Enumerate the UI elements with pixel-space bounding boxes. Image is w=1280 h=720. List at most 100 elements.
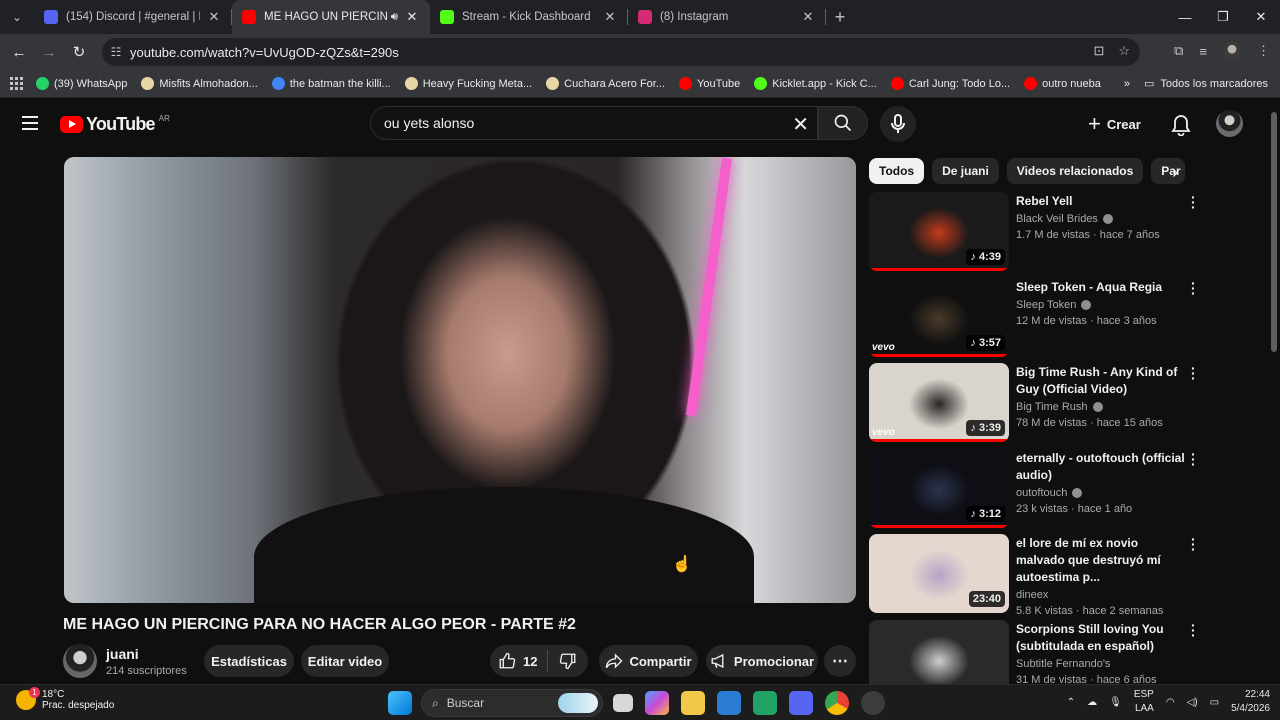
hamburger-menu-icon[interactable]	[22, 116, 38, 134]
related-channel[interactable]: dineex	[1016, 589, 1048, 601]
youtube-logo[interactable]: YouTube AR	[60, 114, 170, 135]
bookmark-item[interactable]: outro nueba	[1024, 77, 1101, 90]
volume-icon[interactable]: ◁)	[1187, 697, 1198, 708]
browser-tab[interactable]: (8) Instagram ✕	[628, 0, 826, 34]
filter-chip[interactable]: Videos relacionados	[1006, 158, 1144, 184]
address-bar[interactable]: ☷ youtube.com/watch?v=UvUgOD-zQZs&t=290s…	[102, 38, 1140, 66]
more-options-icon[interactable]: · · ·	[1191, 361, 1196, 385]
dislike-button[interactable]	[548, 652, 588, 670]
related-channel[interactable]: Black Veil Brides	[1016, 213, 1098, 225]
more-actions-button[interactable]: ⋯	[824, 645, 856, 677]
tab-search-button[interactable]: ⌄	[6, 6, 28, 28]
search-input[interactable]: ou yets alonso ✕	[370, 106, 818, 140]
bookmark-item[interactable]: the batman the killi...	[271, 77, 391, 90]
create-button[interactable]: + Crear	[1088, 108, 1141, 140]
windows-start-icon[interactable]	[388, 691, 412, 715]
related-video-item[interactable]: 23:40 el lore de mí ex novio malvado que …	[869, 532, 1209, 620]
search-button[interactable]	[818, 106, 868, 140]
like-button[interactable]: 12	[490, 650, 548, 672]
related-video-item[interactable]: ♪ 3:12 eternally - outoftouch (official a…	[869, 447, 1209, 535]
channel-name[interactable]: juani	[106, 646, 187, 662]
related-title[interactable]: eternally - outoftouch (official audio)	[1016, 450, 1186, 484]
related-title[interactable]: Sleep Token - Aqua Regia	[1016, 279, 1186, 296]
file-explorer-icon[interactable]	[681, 691, 705, 715]
apps-grid-icon[interactable]	[10, 76, 24, 91]
related-channel[interactable]: Big Time Rush	[1016, 401, 1088, 413]
video-thumbnail[interactable]: ♪ 4:39	[869, 192, 1009, 271]
bookmark-star-icon[interactable]: ☆	[1118, 43, 1130, 59]
more-options-icon[interactable]: · · ·	[1191, 618, 1196, 642]
related-title[interactable]: el lore de mí ex novio malvado que destr…	[1016, 535, 1186, 586]
taskbar-search[interactable]: ⌕ Buscar	[421, 689, 603, 717]
install-app-icon[interactable]: ⊡	[1093, 43, 1104, 59]
bookmark-item[interactable]: (39) WhatsApp	[36, 77, 127, 90]
more-options-icon[interactable]: · · ·	[1191, 447, 1196, 471]
more-bookmarks-icon[interactable]: »	[1124, 78, 1130, 90]
media-controls-icon[interactable]: ≡	[1199, 44, 1207, 59]
profile-avatar[interactable]	[1223, 42, 1241, 60]
tab-audio-icon[interactable]: 🔊︎	[391, 11, 398, 24]
search-query[interactable]: ou yets alonso	[384, 115, 474, 131]
channel-avatar[interactable]	[63, 644, 97, 678]
share-button[interactable]: Compartir	[599, 645, 698, 677]
close-window-button[interactable]: ✕	[1242, 0, 1280, 34]
language-indicator[interactable]: ESP LAA	[1134, 688, 1154, 716]
video-thumbnail[interactable]: ♪ 3:12	[869, 448, 1009, 528]
url-text[interactable]: youtube.com/watch?v=UvUgOD-zQZs&t=290s	[130, 45, 399, 60]
filter-chip[interactable]: De juani	[932, 158, 999, 184]
stats-button[interactable]: Estadísticas	[204, 645, 294, 677]
filter-chip[interactable]: Par	[1151, 158, 1186, 184]
scrollbar-thumb[interactable]	[1271, 112, 1277, 352]
related-channel[interactable]: Subtitle Fernando's	[1016, 658, 1110, 670]
related-video-item[interactable]: ♪ 4:39 Rebel Yell Black Veil Brides 1.7 M d…	[869, 190, 1209, 278]
site-info-icon[interactable]: ☷	[102, 45, 130, 59]
tray-mic-icon[interactable]: 🎙︎	[1109, 697, 1122, 708]
browser-menu-icon[interactable]: ⋮	[1257, 43, 1270, 59]
close-tab-icon[interactable]: ✕	[602, 9, 618, 25]
bookmark-item[interactable]: Misfits Almohadon...	[141, 77, 258, 90]
channel-owner[interactable]: juani 214 suscriptores	[63, 644, 187, 678]
restore-button[interactable]: ❐	[1204, 0, 1242, 34]
new-tab-button[interactable]: +	[826, 7, 854, 28]
onedrive-icon[interactable]: ☁	[1087, 697, 1097, 708]
related-channel[interactable]: outoftouch	[1016, 487, 1067, 499]
video-thumbnail[interactable]: vevo ♪ 3:57	[869, 277, 1009, 357]
browser-tab[interactable]: (154) Discord | #general | EMOC ✕	[34, 0, 232, 34]
wifi-icon[interactable]: ◠	[1166, 697, 1175, 708]
bookmark-item[interactable]: Cuchara Acero For...	[546, 77, 665, 90]
related-video-item[interactable]: Scorpions Still loving You (subtitulada …	[869, 618, 1209, 684]
back-button[interactable]: ←	[4, 44, 34, 61]
video-thumbnail[interactable]: vevo ♪ 3:39	[869, 363, 1009, 442]
filter-chip[interactable]: Todos	[869, 158, 925, 184]
forward-button[interactable]: →	[34, 44, 64, 61]
obs-app-icon[interactable]	[861, 691, 885, 715]
related-channel[interactable]: Sleep Token	[1016, 299, 1076, 311]
voice-search-button[interactable]	[880, 106, 916, 142]
bookmark-item[interactable]: Carl Jung: Todo Lo...	[890, 77, 1010, 90]
copilot-icon[interactable]	[645, 691, 669, 715]
weather-widget[interactable]: 1 18°C Prac. despejado	[16, 687, 114, 711]
close-tab-icon[interactable]: ✕	[800, 9, 816, 25]
clear-search-icon[interactable]: ✕	[792, 112, 809, 137]
account-avatar[interactable]	[1216, 110, 1243, 137]
browser-tab[interactable]: ME HAGO UN PIERCING PA 🔊︎ ✕	[232, 0, 430, 34]
taskbar-clock[interactable]: 22:44 5/4/2026	[1231, 688, 1270, 716]
related-video-item[interactable]: vevo ♪ 3:57 Sleep Token - Aqua Regia Sleep …	[869, 276, 1209, 364]
browser-tab[interactable]: Stream - Kick Dashboard ✕	[430, 0, 628, 34]
word-icon[interactable]	[717, 691, 741, 715]
discord-app-icon[interactable]	[789, 691, 813, 715]
video-player[interactable]	[64, 157, 856, 603]
bookmark-item[interactable]: Heavy Fucking Meta...	[404, 77, 532, 90]
all-bookmarks-folder[interactable]: ▭ Todos los marcadores	[1144, 77, 1268, 91]
task-view-icon[interactable]	[613, 694, 633, 712]
extensions-icon[interactable]: ⧉	[1174, 43, 1183, 59]
excel-icon[interactable]	[753, 691, 777, 715]
close-tab-icon[interactable]: ✕	[404, 9, 420, 25]
related-title[interactable]: Scorpions Still loving You (subtitulada …	[1016, 621, 1186, 655]
tray-overflow-icon[interactable]: ⌃	[1067, 697, 1075, 708]
more-options-icon[interactable]: · · ·	[1191, 190, 1196, 214]
more-options-icon[interactable]: · · ·	[1191, 276, 1196, 300]
battery-icon[interactable]: ▭	[1210, 697, 1219, 708]
related-title[interactable]: Rebel Yell	[1016, 193, 1186, 210]
related-video-item[interactable]: vevo ♪ 3:39 Big Time Rush - Any Kind of Gu…	[869, 361, 1209, 449]
